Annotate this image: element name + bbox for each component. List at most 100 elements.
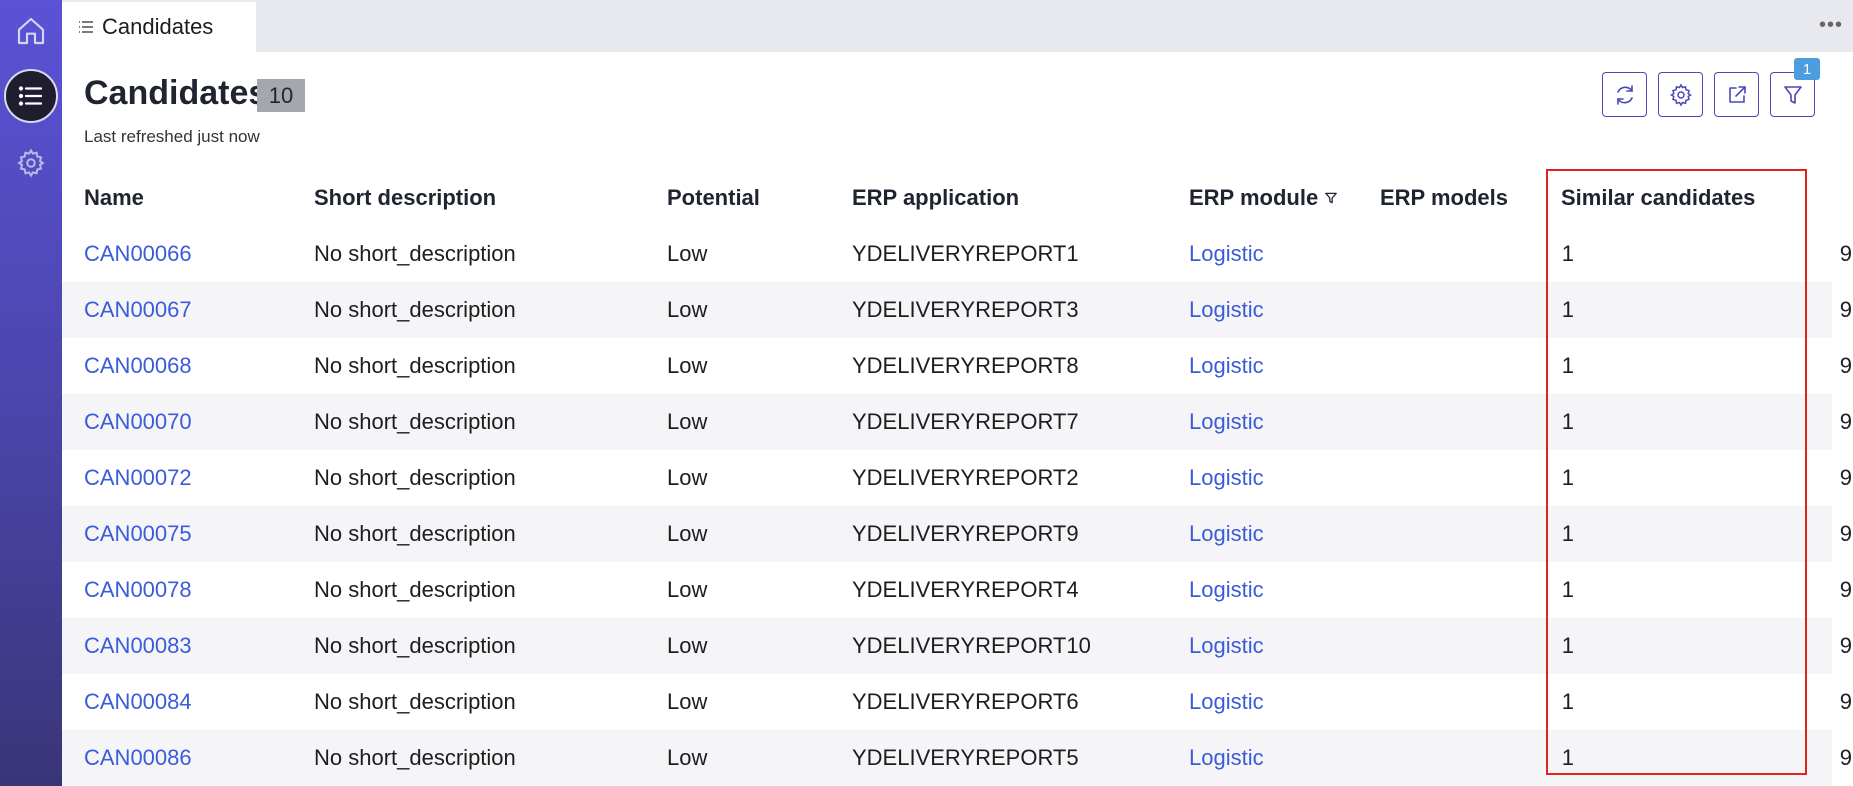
erp-module-link[interactable]: Logistic bbox=[1189, 450, 1264, 506]
page-title: Candidates bbox=[84, 74, 268, 112]
potential-cell: Low bbox=[667, 465, 708, 490]
similar-candidates-cell: 9 bbox=[1839, 465, 1852, 490]
list-small-icon bbox=[78, 19, 94, 35]
table-row[interactable]: CAN00068 No short_description Low YDELIVERY… bbox=[62, 338, 1852, 394]
column-header-erp-module-label: ERP module bbox=[1189, 185, 1319, 210]
potential-cell: Low bbox=[667, 409, 708, 434]
short-description-cell: No short_description bbox=[314, 521, 516, 546]
erp-models-cell: 1 bbox=[1561, 465, 1574, 490]
erp-module-link[interactable]: Logistic bbox=[1189, 282, 1264, 338]
export-button[interactable] bbox=[1714, 72, 1759, 117]
export-icon bbox=[1728, 85, 1746, 103]
candidate-link[interactable]: CAN00068 bbox=[84, 338, 192, 394]
candidate-link[interactable]: CAN00084 bbox=[84, 674, 192, 730]
erp-module-link[interactable]: Logistic bbox=[1189, 506, 1264, 562]
similar-candidates-cell: 9 bbox=[1839, 353, 1852, 378]
list-button-ring bbox=[4, 69, 58, 123]
column-header-name[interactable]: Name bbox=[84, 170, 144, 226]
column-header-similar-candidates[interactable]: Similar candidates bbox=[1561, 170, 1849, 226]
column-header-potential[interactable]: Potential bbox=[667, 170, 760, 226]
candidate-link[interactable]: CAN00067 bbox=[84, 282, 192, 338]
erp-models-cell: 1 bbox=[1561, 241, 1574, 266]
column-header-erp-application[interactable]: ERP application bbox=[852, 170, 1019, 226]
potential-cell: Low bbox=[667, 297, 708, 322]
erp-module-link[interactable]: Logistic bbox=[1189, 674, 1264, 730]
erp-module-link[interactable]: Logistic bbox=[1189, 226, 1264, 282]
erp-models-cell: 1 bbox=[1561, 297, 1574, 322]
tab-candidates[interactable]: Candidates bbox=[62, 2, 256, 52]
erp-application-cell: YDELIVERYREPORT1 bbox=[852, 241, 1079, 266]
column-header-short-description[interactable]: Short description bbox=[314, 170, 496, 226]
similar-candidates-cell: 9 bbox=[1839, 745, 1852, 770]
candidate-link[interactable]: CAN00072 bbox=[84, 450, 192, 506]
erp-application-cell: YDELIVERYREPORT10 bbox=[852, 633, 1091, 658]
similar-candidates-cell: 9 bbox=[1839, 241, 1852, 266]
similar-candidates-cell: 9 bbox=[1839, 297, 1852, 322]
gear-icon bbox=[17, 148, 45, 178]
column-header-erp-module[interactable]: ERP module bbox=[1189, 170, 1338, 226]
erp-module-link[interactable]: Logistic bbox=[1189, 338, 1264, 394]
home-button[interactable] bbox=[0, 0, 62, 62]
erp-module-link[interactable]: Logistic bbox=[1189, 618, 1264, 674]
last-refreshed: Last refreshed just now bbox=[84, 127, 260, 146]
table-row[interactable]: CAN00083 No short_description Low YDELIVERY… bbox=[62, 618, 1852, 674]
erp-module-link[interactable]: Logistic bbox=[1189, 730, 1264, 786]
potential-cell: Low bbox=[667, 241, 708, 266]
settings-button[interactable] bbox=[1658, 72, 1703, 117]
candidate-link[interactable]: CAN00083 bbox=[84, 618, 192, 674]
erp-models-cell: 1 bbox=[1561, 745, 1574, 770]
table-row[interactable]: CAN00072 No short_description Low YDELIVERY… bbox=[62, 450, 1852, 506]
filter-count-badge: 1 bbox=[1794, 58, 1820, 80]
settings-icon bbox=[1669, 83, 1692, 106]
table-row[interactable]: CAN00086 No short_description Low YDELIVERY… bbox=[62, 730, 1852, 786]
candidate-link[interactable]: CAN00070 bbox=[84, 394, 192, 450]
count-badge: 10 bbox=[257, 79, 305, 112]
candidate-link[interactable]: CAN00086 bbox=[84, 730, 192, 786]
list-icon bbox=[18, 86, 43, 106]
tab-bar: Candidates ••• bbox=[62, 0, 1853, 52]
erp-application-cell: YDELIVERYREPORT6 bbox=[852, 689, 1079, 714]
erp-module-link[interactable]: Logistic bbox=[1189, 394, 1264, 450]
table-row[interactable]: CAN00078 No short_description Low YDELIVERY… bbox=[62, 562, 1852, 618]
table-row[interactable]: CAN00070 No short_description Low YDELIVERY… bbox=[62, 394, 1852, 450]
erp-application-cell: YDELIVERYREPORT3 bbox=[852, 297, 1079, 322]
table-row[interactable]: CAN00067 No short_description Low YDELIVERY… bbox=[62, 282, 1852, 338]
erp-application-cell: YDELIVERYREPORT8 bbox=[852, 353, 1079, 378]
similar-candidates-cell: 9 bbox=[1839, 521, 1852, 546]
short-description-cell: No short_description bbox=[314, 409, 516, 434]
table-row[interactable]: CAN00075 No short_description Low YDELIVERY… bbox=[62, 506, 1852, 562]
refresh-button[interactable] bbox=[1602, 72, 1647, 117]
erp-application-cell: YDELIVERYREPORT4 bbox=[852, 577, 1079, 602]
column-filter-icon[interactable] bbox=[1324, 191, 1338, 205]
erp-models-cell: 1 bbox=[1561, 689, 1574, 714]
candidate-link[interactable]: CAN00066 bbox=[84, 226, 192, 282]
table-row[interactable]: CAN00084 No short_description Low YDELIVERY… bbox=[62, 674, 1852, 730]
more-icon[interactable]: ••• bbox=[1819, 14, 1843, 37]
column-header-erp-models[interactable]: ERP models bbox=[1380, 170, 1580, 226]
short-description-cell: No short_description bbox=[314, 353, 516, 378]
candidate-link[interactable]: CAN00075 bbox=[84, 506, 192, 562]
erp-application-cell: YDELIVERYREPORT7 bbox=[852, 409, 1079, 434]
potential-cell: Low bbox=[667, 689, 708, 714]
erp-module-link[interactable]: Logistic bbox=[1189, 562, 1264, 618]
candidates-table: Name Short description Potential ERP app… bbox=[62, 170, 1852, 786]
erp-models-cell: 1 bbox=[1561, 577, 1574, 602]
short-description-cell: No short_description bbox=[314, 745, 516, 770]
tab-label: Candidates bbox=[102, 14, 214, 39]
erp-application-cell: YDELIVERYREPORT9 bbox=[852, 521, 1079, 546]
erp-models-cell: 1 bbox=[1561, 409, 1574, 434]
home-icon bbox=[17, 17, 45, 45]
settings-nav-button[interactable] bbox=[0, 132, 62, 194]
list-button[interactable] bbox=[0, 65, 62, 127]
similar-candidates-cell: 9 bbox=[1839, 577, 1852, 602]
filter-icon bbox=[1783, 85, 1802, 104]
candidate-link[interactable]: CAN00078 bbox=[84, 562, 192, 618]
similar-candidates-cell: 9 bbox=[1839, 689, 1852, 714]
potential-cell: Low bbox=[667, 521, 708, 546]
table-row[interactable]: CAN00066 No short_description Low YDELIVERY… bbox=[62, 226, 1852, 282]
erp-models-cell: 1 bbox=[1561, 521, 1574, 546]
erp-application-cell: YDELIVERYREPORT2 bbox=[852, 465, 1079, 490]
potential-cell: Low bbox=[667, 353, 708, 378]
potential-cell: Low bbox=[667, 745, 708, 770]
short-description-cell: No short_description bbox=[314, 689, 516, 714]
